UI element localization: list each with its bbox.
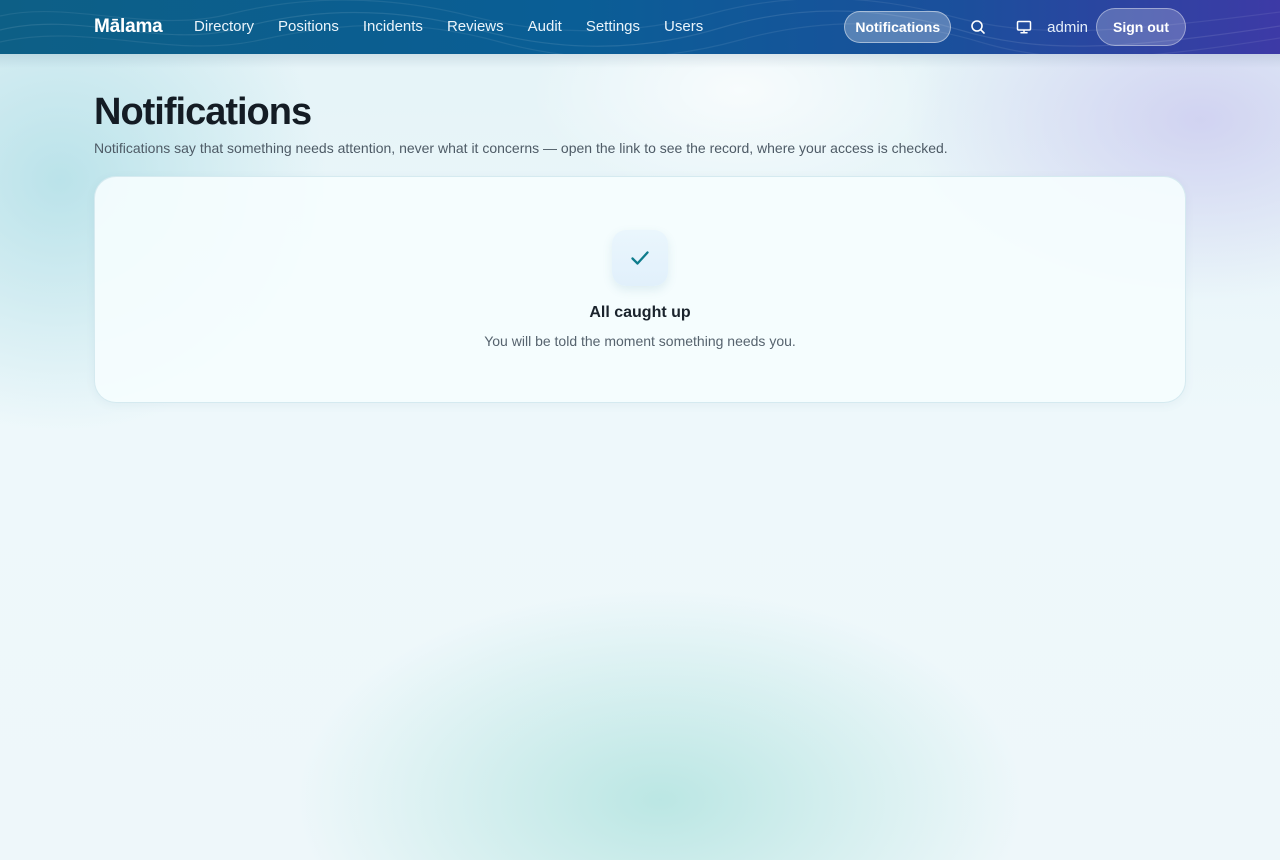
nav-item-reviews[interactable]: Reviews bbox=[447, 18, 504, 35]
empty-state-title: All caught up bbox=[589, 304, 691, 321]
brand-logo[interactable]: Mālama bbox=[94, 16, 163, 38]
nav-item-settings[interactable]: Settings bbox=[586, 18, 640, 35]
header-actions: Notifications admin Sign out bbox=[844, 8, 1186, 46]
search-button[interactable] bbox=[961, 10, 995, 44]
current-user-name: admin bbox=[1047, 18, 1088, 36]
display-mode-button[interactable] bbox=[1007, 10, 1041, 44]
nav-item-users[interactable]: Users bbox=[664, 18, 703, 35]
notifications-button[interactable]: Notifications bbox=[844, 11, 952, 43]
notifications-empty-card: All caught up You will be told the momen… bbox=[94, 176, 1186, 403]
top-navigation-bar: Mālama Directory Positions Incidents Rev… bbox=[0, 0, 1280, 54]
nav-item-audit[interactable]: Audit bbox=[528, 18, 562, 35]
page-title: Notifications bbox=[94, 91, 312, 133]
main-nav: Directory Positions Incidents Reviews Au… bbox=[194, 18, 703, 35]
main-content: Notifications Notifications say that som… bbox=[94, 90, 1186, 403]
page-subtitle: Notifications say that something needs a… bbox=[94, 140, 948, 156]
nav-item-directory[interactable]: Directory bbox=[194, 18, 254, 35]
nav-item-incidents[interactable]: Incidents bbox=[363, 18, 423, 35]
monitor-icon bbox=[1016, 20, 1032, 34]
check-icon bbox=[631, 251, 649, 265]
empty-state-text: You will be told the moment something ne… bbox=[484, 333, 796, 349]
nav-item-positions[interactable]: Positions bbox=[278, 18, 339, 35]
empty-state-badge bbox=[612, 230, 668, 286]
header-shadow bbox=[0, 54, 1280, 68]
search-icon bbox=[971, 20, 985, 34]
sign-out-button[interactable]: Sign out bbox=[1096, 8, 1186, 46]
